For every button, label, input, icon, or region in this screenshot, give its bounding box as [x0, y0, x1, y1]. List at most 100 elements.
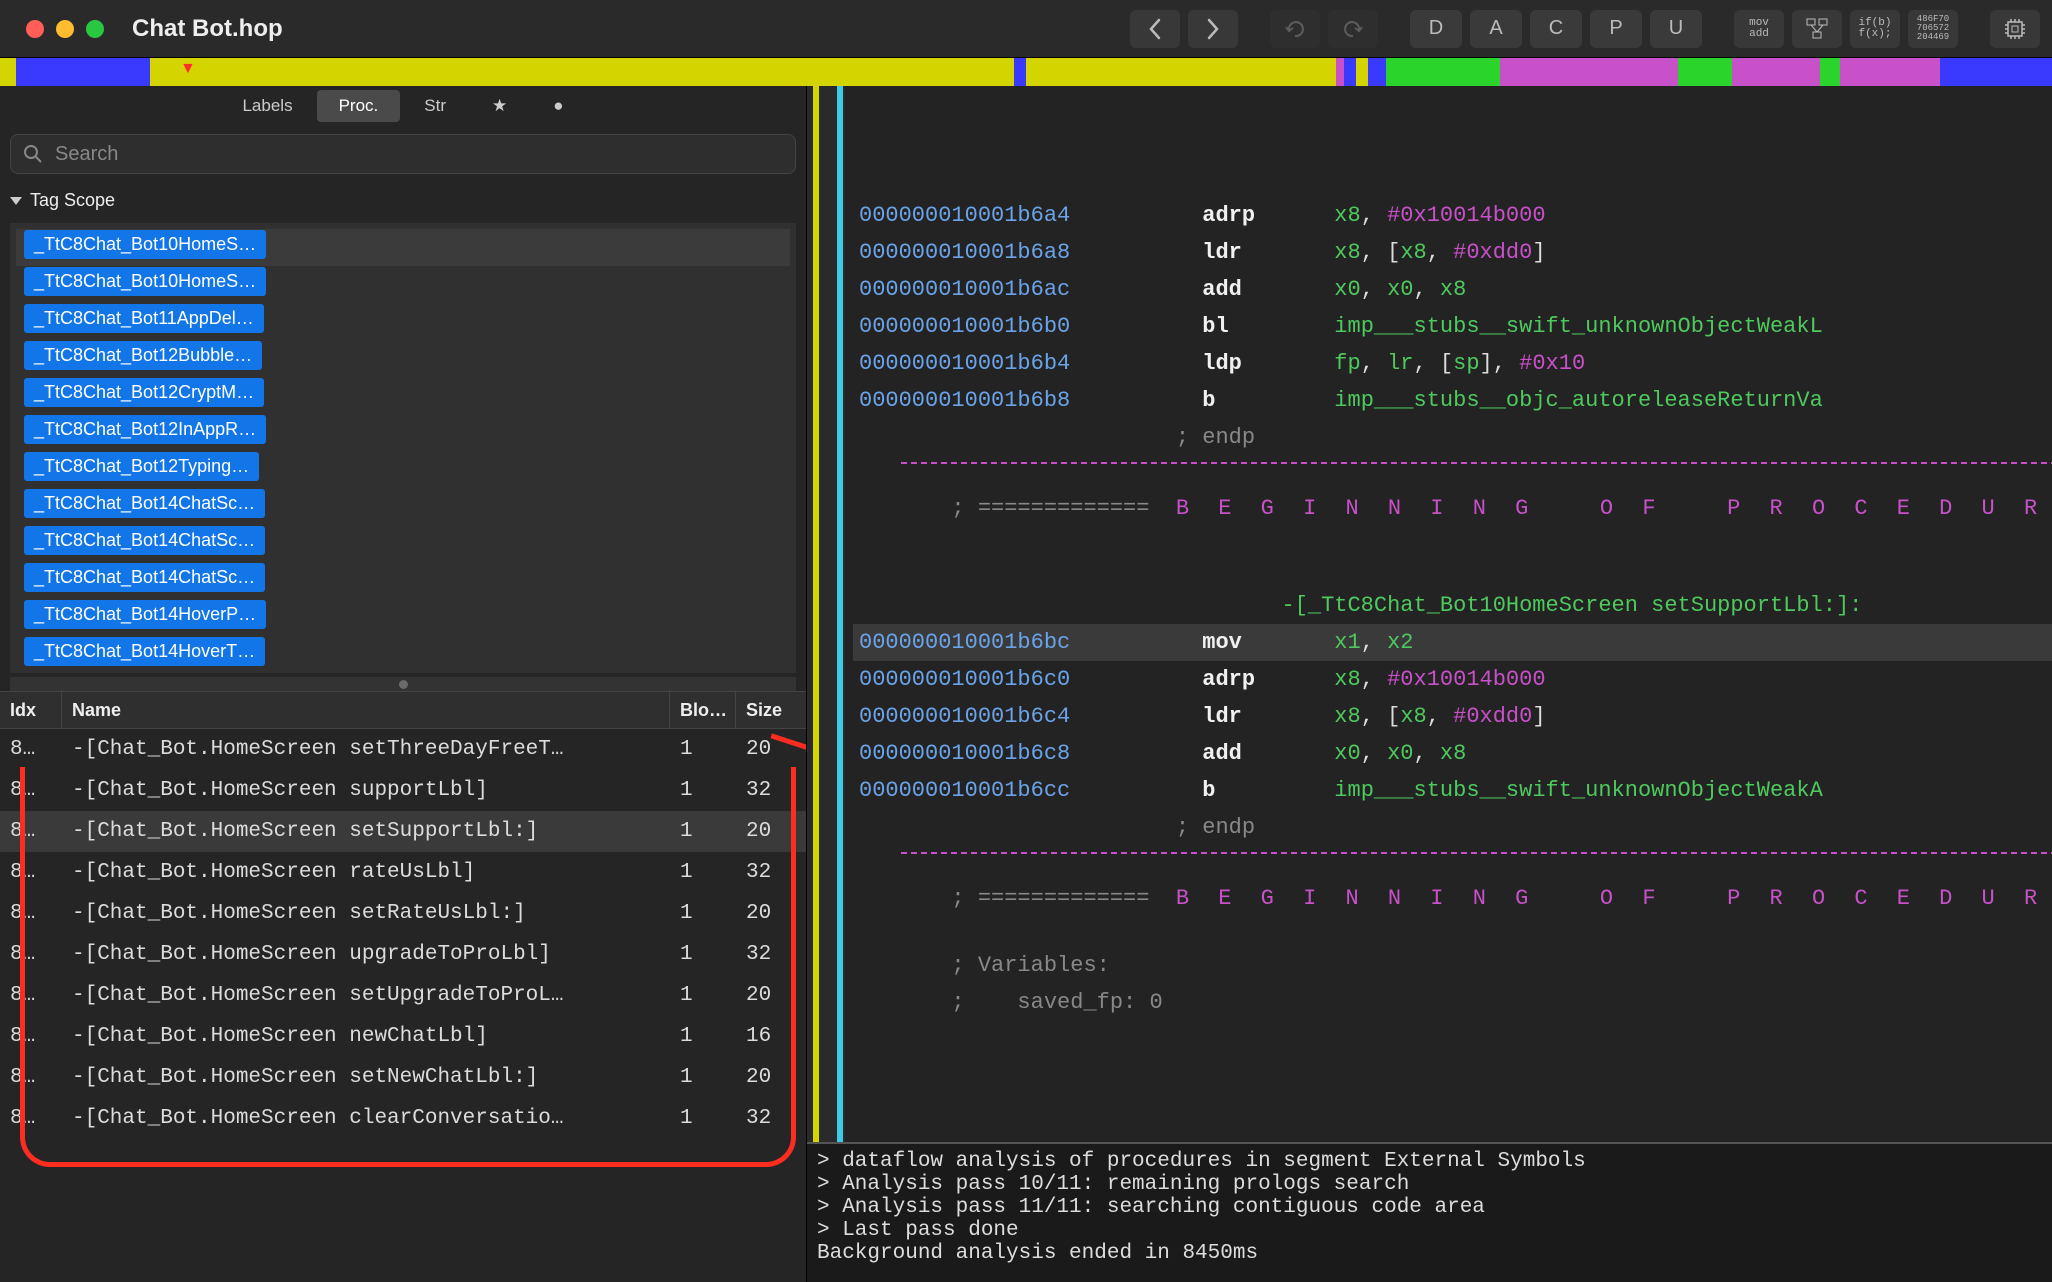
cpu-icon[interactable] [1990, 10, 2040, 48]
tag-item[interactable]: _TtC8Chat_Bot14ChatSc… [16, 488, 790, 525]
mode-undef-button[interactable]: U [1650, 10, 1702, 48]
tag-scope-header[interactable]: Tag Scope [0, 182, 806, 219]
disasm-line[interactable]: 000000010001b6a8 ldr x8, [x8, #0xdd0] [853, 234, 2052, 271]
nav-segment[interactable] [1356, 58, 1368, 86]
table-row[interactable]: 8…-[Chat_Bot.HomeScreen rateUsLbl]132 [0, 852, 806, 893]
nav-segment[interactable] [150, 58, 1014, 86]
console-output: > dataflow analysis of procedures in seg… [807, 1142, 2052, 1282]
asm-view-button[interactable]: mov add [1734, 10, 1784, 48]
disasm-line[interactable]: 000000010001b6c0 adrp x8, #0x10014b000 [853, 661, 2052, 698]
col-size[interactable]: Size [736, 692, 806, 728]
disasm-line[interactable]: 000000010001b6c8 add x0, x0, x8 [853, 735, 2052, 772]
tag-item[interactable]: _TtC8Chat_Bot14HoverP… [16, 599, 790, 636]
disasm-line[interactable]: 000000010001b6cc b imp___stubs__swift_un… [853, 772, 2052, 809]
cell-idx: 8… [0, 861, 62, 884]
mode-code-button[interactable]: C [1530, 10, 1582, 48]
tag-item[interactable]: _TtC8Chat_Bot10HomeS… [16, 266, 790, 303]
titlebar: Chat Bot.hop D A C P U mov add if(b) [0, 0, 2052, 58]
table-row[interactable]: 8…-[Chat_Bot.HomeScreen setUpgradeToProL… [0, 975, 806, 1016]
nav-segment[interactable] [1732, 58, 1820, 86]
tag-item[interactable]: _TtC8Chat_Bot10HomeS… [16, 229, 790, 266]
nav-segment[interactable] [1840, 58, 1940, 86]
col-blo[interactable]: Blo… [670, 692, 736, 728]
cell-blo: 1 [670, 1025, 736, 1048]
disasm-line[interactable]: 000000010001b6b4 ldp fp, lr, [sp], #0x10 [853, 345, 2052, 382]
table-row[interactable]: 8…-[Chat_Bot.HomeScreen setNewChatLbl:]1… [0, 1057, 806, 1098]
table-row[interactable]: 8…-[Chat_Bot.HomeScreen supportLbl]132 [0, 770, 806, 811]
window-close[interactable] [26, 20, 44, 38]
window-zoom[interactable] [86, 20, 104, 38]
table-body: 8…-[Chat_Bot.HomeScreen setThreeDayFreeT… [0, 729, 806, 1282]
cell-blo: 1 [670, 943, 736, 966]
nav-segment[interactable] [1500, 58, 1678, 86]
tag-item[interactable]: _TtC8Chat_Bot12Bubble… [16, 340, 790, 377]
nav-segment[interactable] [1386, 58, 1500, 86]
tab-proc[interactable]: Proc. [317, 90, 401, 122]
cell-blo: 1 [670, 984, 736, 1007]
tag-pill: _TtC8Chat_Bot12CryptM… [24, 378, 264, 407]
nav-segment[interactable] [1026, 58, 1336, 86]
nav-segment[interactable] [1344, 58, 1356, 86]
nav-forward-button[interactable] [1188, 10, 1238, 48]
table-row[interactable]: 8…-[Chat_Bot.HomeScreen setRateUsLbl:]12… [0, 893, 806, 934]
nav-back-button[interactable] [1130, 10, 1180, 48]
redo-button[interactable] [1328, 10, 1378, 48]
hex-view-button[interactable]: 486F70 706572 204469 [1908, 10, 1958, 48]
disasm-line[interactable]: 000000010001b6b0 bl imp___stubs__swift_u… [853, 308, 2052, 345]
proc-label-line: -[_TtC8Chat_Bot10HomeScreen setSupportLb… [853, 587, 2052, 624]
tab-str[interactable]: Str [402, 90, 468, 122]
tag-pill: _TtC8Chat_Bot10HomeS… [24, 267, 266, 296]
nav-segment[interactable] [1336, 58, 1344, 86]
nav-segment[interactable] [0, 58, 16, 86]
disassembly-panel: 000000010001b6a4 adrp x8, #0x10014b00000… [807, 86, 2052, 1282]
window-minimize[interactable] [56, 20, 74, 38]
nav-segment[interactable] [1820, 58, 1840, 86]
tab-rec[interactable]: ● [531, 90, 585, 122]
disasm-line[interactable]: 000000010001b6ac add x0, x0, x8 [853, 271, 2052, 308]
table-row[interactable]: 8…-[Chat_Bot.HomeScreen setSupportLbl:]1… [0, 811, 806, 852]
cell-blo: 1 [670, 1066, 736, 1089]
table-row[interactable]: 8…-[Chat_Bot.HomeScreen setThreeDayFreeT… [0, 729, 806, 770]
tab-star[interactable]: ★ [470, 90, 529, 122]
disasm-line[interactable]: 000000010001b6a4 adrp x8, #0x10014b000 [853, 197, 2052, 234]
mode-proc-button[interactable]: P [1590, 10, 1642, 48]
mode-data-button[interactable]: D [1410, 10, 1462, 48]
proc-separator [901, 852, 2052, 854]
tag-pill: _TtC8Chat_Bot12InAppR… [24, 415, 266, 444]
navigation-strip[interactable]: ▼ [0, 58, 2052, 86]
nav-segment[interactable] [16, 58, 150, 86]
tag-list-scrollbar[interactable] [10, 677, 796, 691]
cell-blo: 1 [670, 738, 736, 761]
tag-item[interactable]: _TtC8Chat_Bot11AppDel… [16, 303, 790, 340]
disassembly-view[interactable]: 000000010001b6a4 adrp x8, #0x10014b00000… [807, 86, 2052, 1142]
disasm-line[interactable]: 000000010001b6b8 b imp___stubs__objc_aut… [853, 382, 2052, 419]
nav-segment[interactable] [1678, 58, 1732, 86]
cell-idx: 8… [0, 779, 62, 802]
cfg-view-button[interactable] [1792, 10, 1842, 48]
table-row[interactable]: 8…-[Chat_Bot.HomeScreen upgradeToProLbl]… [0, 934, 806, 975]
tag-item[interactable]: _TtC8Chat_Bot12Typing… [16, 451, 790, 488]
mode-ascii-button[interactable]: A [1470, 10, 1522, 48]
col-name[interactable]: Name [62, 692, 670, 728]
table-row[interactable]: 8…-[Chat_Bot.HomeScreen clearConversatio… [0, 1098, 806, 1139]
tag-item[interactable]: _TtC8Chat_Bot14HoverT… [16, 636, 790, 673]
tag-item[interactable]: _TtC8Chat_Bot12CryptM… [16, 377, 790, 414]
nav-segment[interactable] [1368, 58, 1386, 86]
disasm-line[interactable]: 000000010001b6c4 ldr x8, [x8, #0xdd0] [853, 698, 2052, 735]
tab-labels[interactable]: Labels [220, 90, 314, 122]
col-idx[interactable]: Idx [0, 692, 62, 728]
pseudo-view-button[interactable]: if(b) f(x); [1850, 10, 1900, 48]
disasm-gutter [807, 86, 845, 1142]
tag-item[interactable]: _TtC8Chat_Bot14ChatSc… [16, 562, 790, 599]
nav-segment[interactable] [1014, 58, 1026, 86]
disasm-line[interactable]: 000000010001b6bc mov x1, x2 [853, 624, 2052, 661]
undo-button[interactable] [1270, 10, 1320, 48]
tag-item[interactable]: _TtC8Chat_Bot12InAppR… [16, 414, 790, 451]
tag-item[interactable]: _TtC8Chat_Bot14ChatSc… [16, 525, 790, 562]
cell-idx: 8… [0, 1066, 62, 1089]
nav-segment[interactable] [1940, 58, 2052, 86]
cell-blo: 1 [670, 820, 736, 843]
table-row[interactable]: 8…-[Chat_Bot.HomeScreen newChatLbl]116 [0, 1016, 806, 1057]
search-input[interactable]: Search [10, 134, 796, 174]
cell-size: 20 [736, 902, 806, 925]
